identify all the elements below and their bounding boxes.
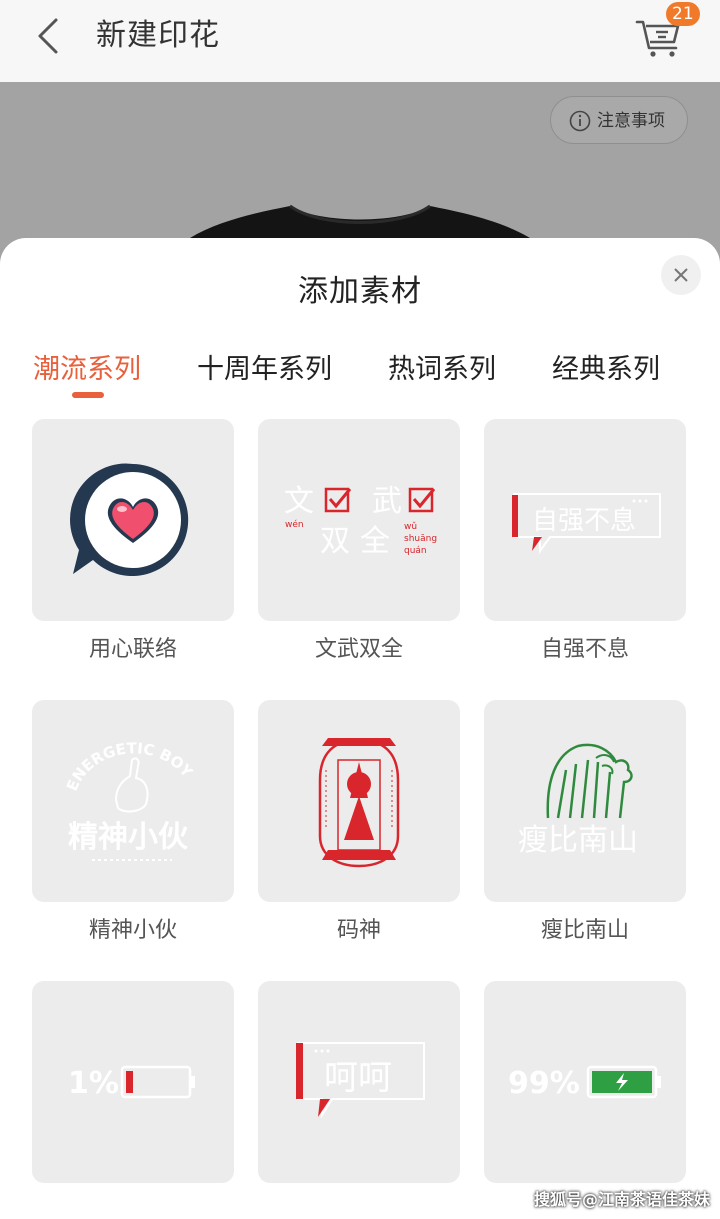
- material-sheet: 添加素材 潮流系列 十周年系列 热词系列 经典系列 用心联络 文 武 wén 双…: [0, 238, 720, 1219]
- sheet-title: 添加素材: [298, 274, 422, 309]
- notice-button[interactable]: 注意事项: [550, 96, 688, 144]
- material-card-battery-low[interactable]: 1%: [32, 981, 234, 1183]
- material-card-ziqiang[interactable]: 自强不息: [484, 419, 686, 621]
- material-card-energetic[interactable]: ENERGETIC BOY 精神小伙: [32, 700, 234, 902]
- ziqiang-bubble-art: 自强不息: [512, 493, 661, 555]
- close-button[interactable]: [661, 255, 701, 295]
- material-card-wenwu[interactable]: 文 武 wén 双 全 wǔ shuāng quán: [258, 419, 460, 621]
- art-text: 自强不息: [532, 506, 636, 536]
- info-icon: [569, 110, 591, 132]
- energetic-boy-art: ENERGETIC BOY 精神小伙: [63, 739, 197, 861]
- art-text: 双: [320, 524, 350, 559]
- code-god-badge-art: [318, 738, 400, 868]
- art-text: shuāng: [404, 534, 437, 544]
- art-text: quán: [404, 546, 427, 556]
- material-card-code-god[interactable]: [258, 700, 460, 902]
- back-arrow-icon[interactable]: [28, 14, 72, 58]
- top-bar: 新建印花 21: [0, 0, 720, 82]
- close-icon: [674, 268, 688, 282]
- active-tab-indicator: [72, 392, 104, 398]
- tab-hot-words[interactable]: 热词系列: [388, 350, 496, 390]
- art-text: wén: [285, 519, 304, 530]
- tab-trend[interactable]: 潮流系列: [33, 350, 141, 390]
- art-text: 99%: [508, 1066, 580, 1101]
- material-label: 精神小伙: [88, 918, 177, 943]
- heart-chat-icon: [70, 463, 189, 576]
- notice-label: 注意事项: [597, 111, 665, 131]
- art-text: 全: [360, 524, 390, 559]
- material-label: 自强不息: [540, 637, 629, 662]
- tab-anniversary[interactable]: 十周年系列: [197, 350, 332, 390]
- mountain-art: 瘦比南山: [518, 743, 638, 858]
- page-title: 新建印花: [96, 18, 220, 53]
- material-card-battery-full[interactable]: 99%: [484, 981, 686, 1183]
- material-card-heart[interactable]: [32, 419, 234, 621]
- category-tabs: 潮流系列 十周年系列 热词系列 经典系列: [0, 350, 720, 400]
- material-label: 用心联络: [88, 637, 177, 662]
- art-text: 武: [372, 484, 402, 519]
- cart-count-badge: 21: [666, 2, 700, 26]
- material-card-hehe[interactable]: 呵呵: [258, 981, 460, 1183]
- hehe-bubble-art: 呵呵: [296, 1042, 425, 1119]
- watermark-text: 搜狐号@江南茶语佳茶妹: [534, 1190, 711, 1209]
- wenwu-text-art: 文 武 wén 双 全 wǔ shuāng quán: [284, 484, 437, 559]
- art-text: 瘦比南山: [518, 823, 638, 858]
- material-label: 瘦比南山: [540, 918, 629, 943]
- art-text: 1%: [68, 1066, 119, 1101]
- art-text: 呵呵: [324, 1058, 392, 1098]
- battery-low-art: 1%: [68, 1065, 195, 1101]
- material-label: 文武双全: [314, 637, 403, 662]
- art-text: wǔ: [404, 522, 417, 532]
- material-card-mountain[interactable]: 瘦比南山: [484, 700, 686, 902]
- tab-classic[interactable]: 经典系列: [552, 350, 660, 390]
- svg-text:ENERGETIC BOY: ENERGETIC BOY: [63, 739, 197, 793]
- material-label: 码神: [336, 918, 381, 943]
- battery-full-art: 99%: [508, 1065, 661, 1101]
- art-text: 精神小伙: [68, 820, 189, 855]
- art-text: ENERGETIC BOY: [63, 739, 197, 793]
- art-text: 文: [284, 484, 314, 519]
